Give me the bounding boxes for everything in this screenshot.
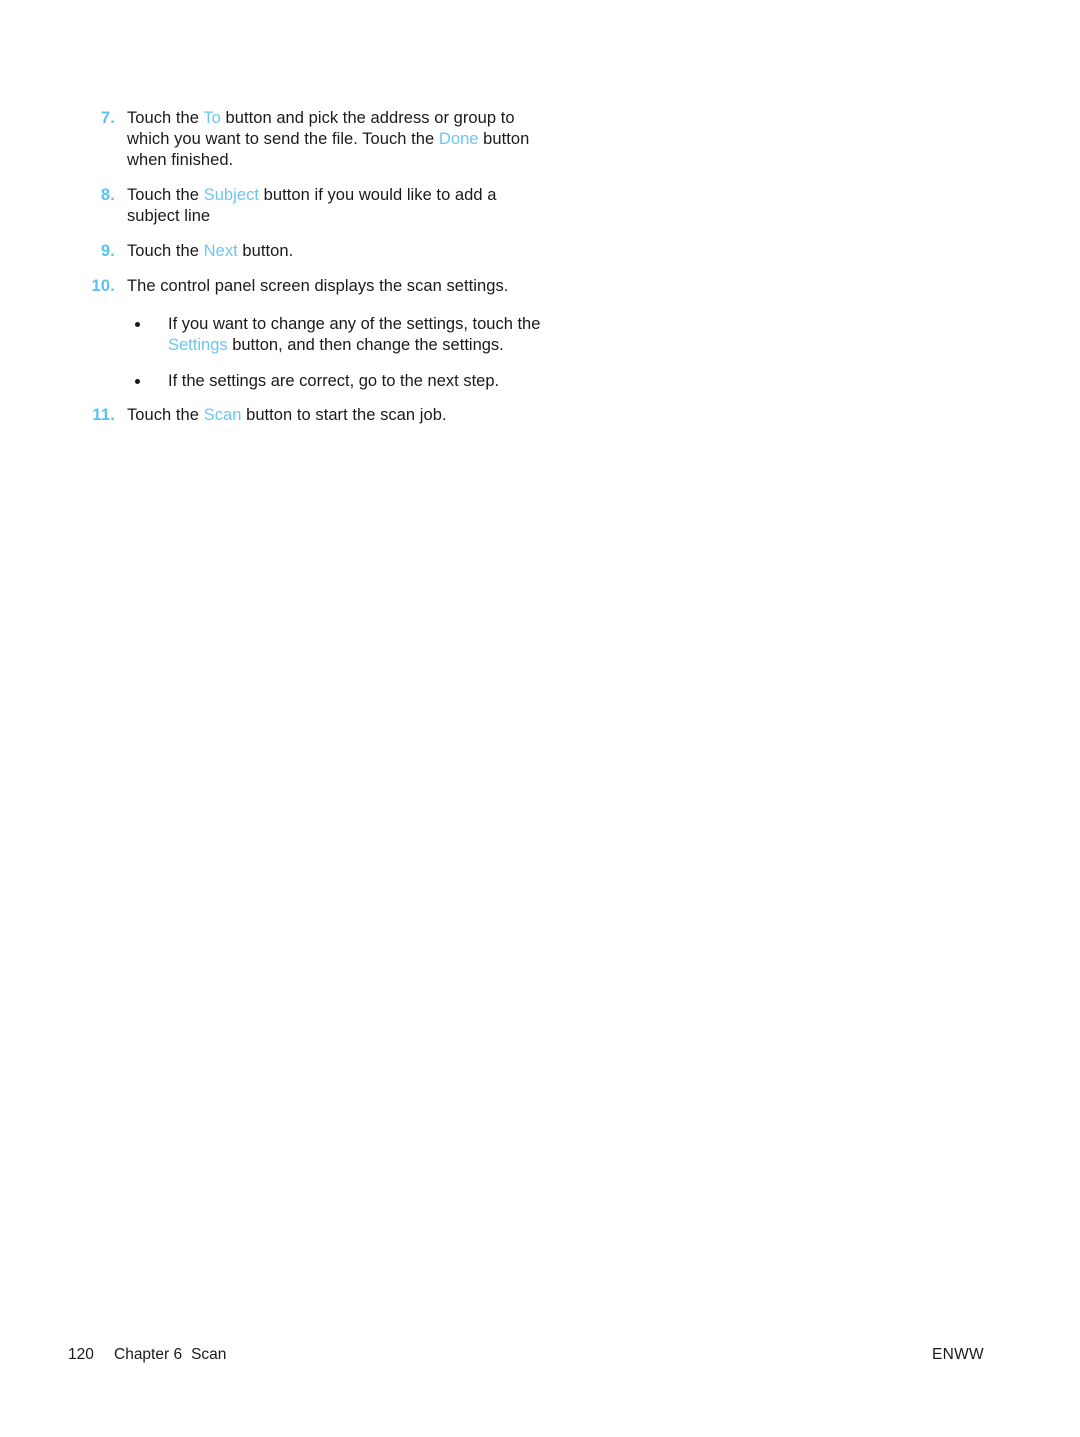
- procedure-step: 9. Touch the Next button.: [72, 241, 542, 262]
- step-text-run: button.: [237, 242, 294, 260]
- bullet-text-run: If the settings are correct, go to the n…: [168, 372, 500, 390]
- bullet-text-run: If you want to change any of the setting…: [168, 315, 541, 333]
- ui-element-reference: Done: [438, 130, 479, 148]
- document-page: 7. Touch the To button and pick the addre…: [0, 0, 1080, 1437]
- footer-chapter-label: Chapter 6: [114, 1346, 183, 1363]
- step-number: 10.: [91, 277, 115, 295]
- ui-element-reference: Next: [203, 242, 238, 260]
- step-text-run: Touch the: [127, 242, 204, 260]
- step-number: 7.: [100, 109, 115, 127]
- bullet-list-item: If you want to change any of the setting…: [135, 314, 542, 356]
- step-body: Touch the Subject button if you would li…: [127, 185, 542, 227]
- bullet-list-item: If the settings are correct, go to the n…: [135, 371, 542, 392]
- procedure-list: 7. Touch the To button and pick the addre…: [72, 108, 542, 440]
- procedure-step: 8. Touch the Subject button if you would …: [72, 185, 542, 227]
- ui-element-reference: Scan: [203, 406, 242, 424]
- footer-page-number: 120: [68, 1346, 94, 1363]
- step-text-run: Touch the: [127, 406, 204, 424]
- step-body: Touch the To button and pick the address…: [127, 108, 542, 171]
- ui-element-reference: Subject: [203, 186, 260, 204]
- step-body: The control panel screen displays the sc…: [127, 276, 542, 297]
- footer-left-group: 120 Chapter 6 Scan: [68, 1346, 226, 1364]
- bullet-dot-icon: [135, 322, 140, 327]
- step-body: Touch the Next button.: [127, 241, 542, 262]
- footer-locale-code: ENWW: [932, 1346, 984, 1363]
- step-text-run: button to start the scan job.: [241, 406, 447, 424]
- procedure-step: 7. Touch the To button and pick the addre…: [72, 108, 542, 171]
- ui-element-reference: To: [203, 109, 221, 127]
- ui-element-reference: Settings: [168, 336, 228, 354]
- bullet-body: If the settings are correct, go to the n…: [168, 371, 542, 392]
- bullet-text-run: button, and then change the settings.: [227, 336, 504, 354]
- bullet-dot-icon: [135, 379, 140, 384]
- procedure-step: 10. The control panel screen displays the…: [72, 276, 542, 392]
- step-number: 9.: [100, 242, 115, 260]
- step-number: 8.: [100, 186, 115, 204]
- bullet-list: If you want to change any of the setting…: [127, 314, 542, 392]
- bullet-body: If you want to change any of the setting…: [168, 314, 542, 356]
- step-body: Touch the Scan button to start the scan …: [127, 405, 542, 426]
- step-text-run: Touch the: [127, 109, 204, 127]
- step-text-run: The control panel screen displays the sc…: [127, 277, 509, 295]
- step-number: 11.: [92, 406, 115, 424]
- procedure-step: 11. Touch the Scan button to start the sc…: [72, 405, 542, 426]
- step-text-run: Touch the: [127, 186, 204, 204]
- footer-section-label: Scan: [191, 1346, 227, 1363]
- page-footer: 120 Chapter 6 Scan ENWW: [68, 1346, 984, 1364]
